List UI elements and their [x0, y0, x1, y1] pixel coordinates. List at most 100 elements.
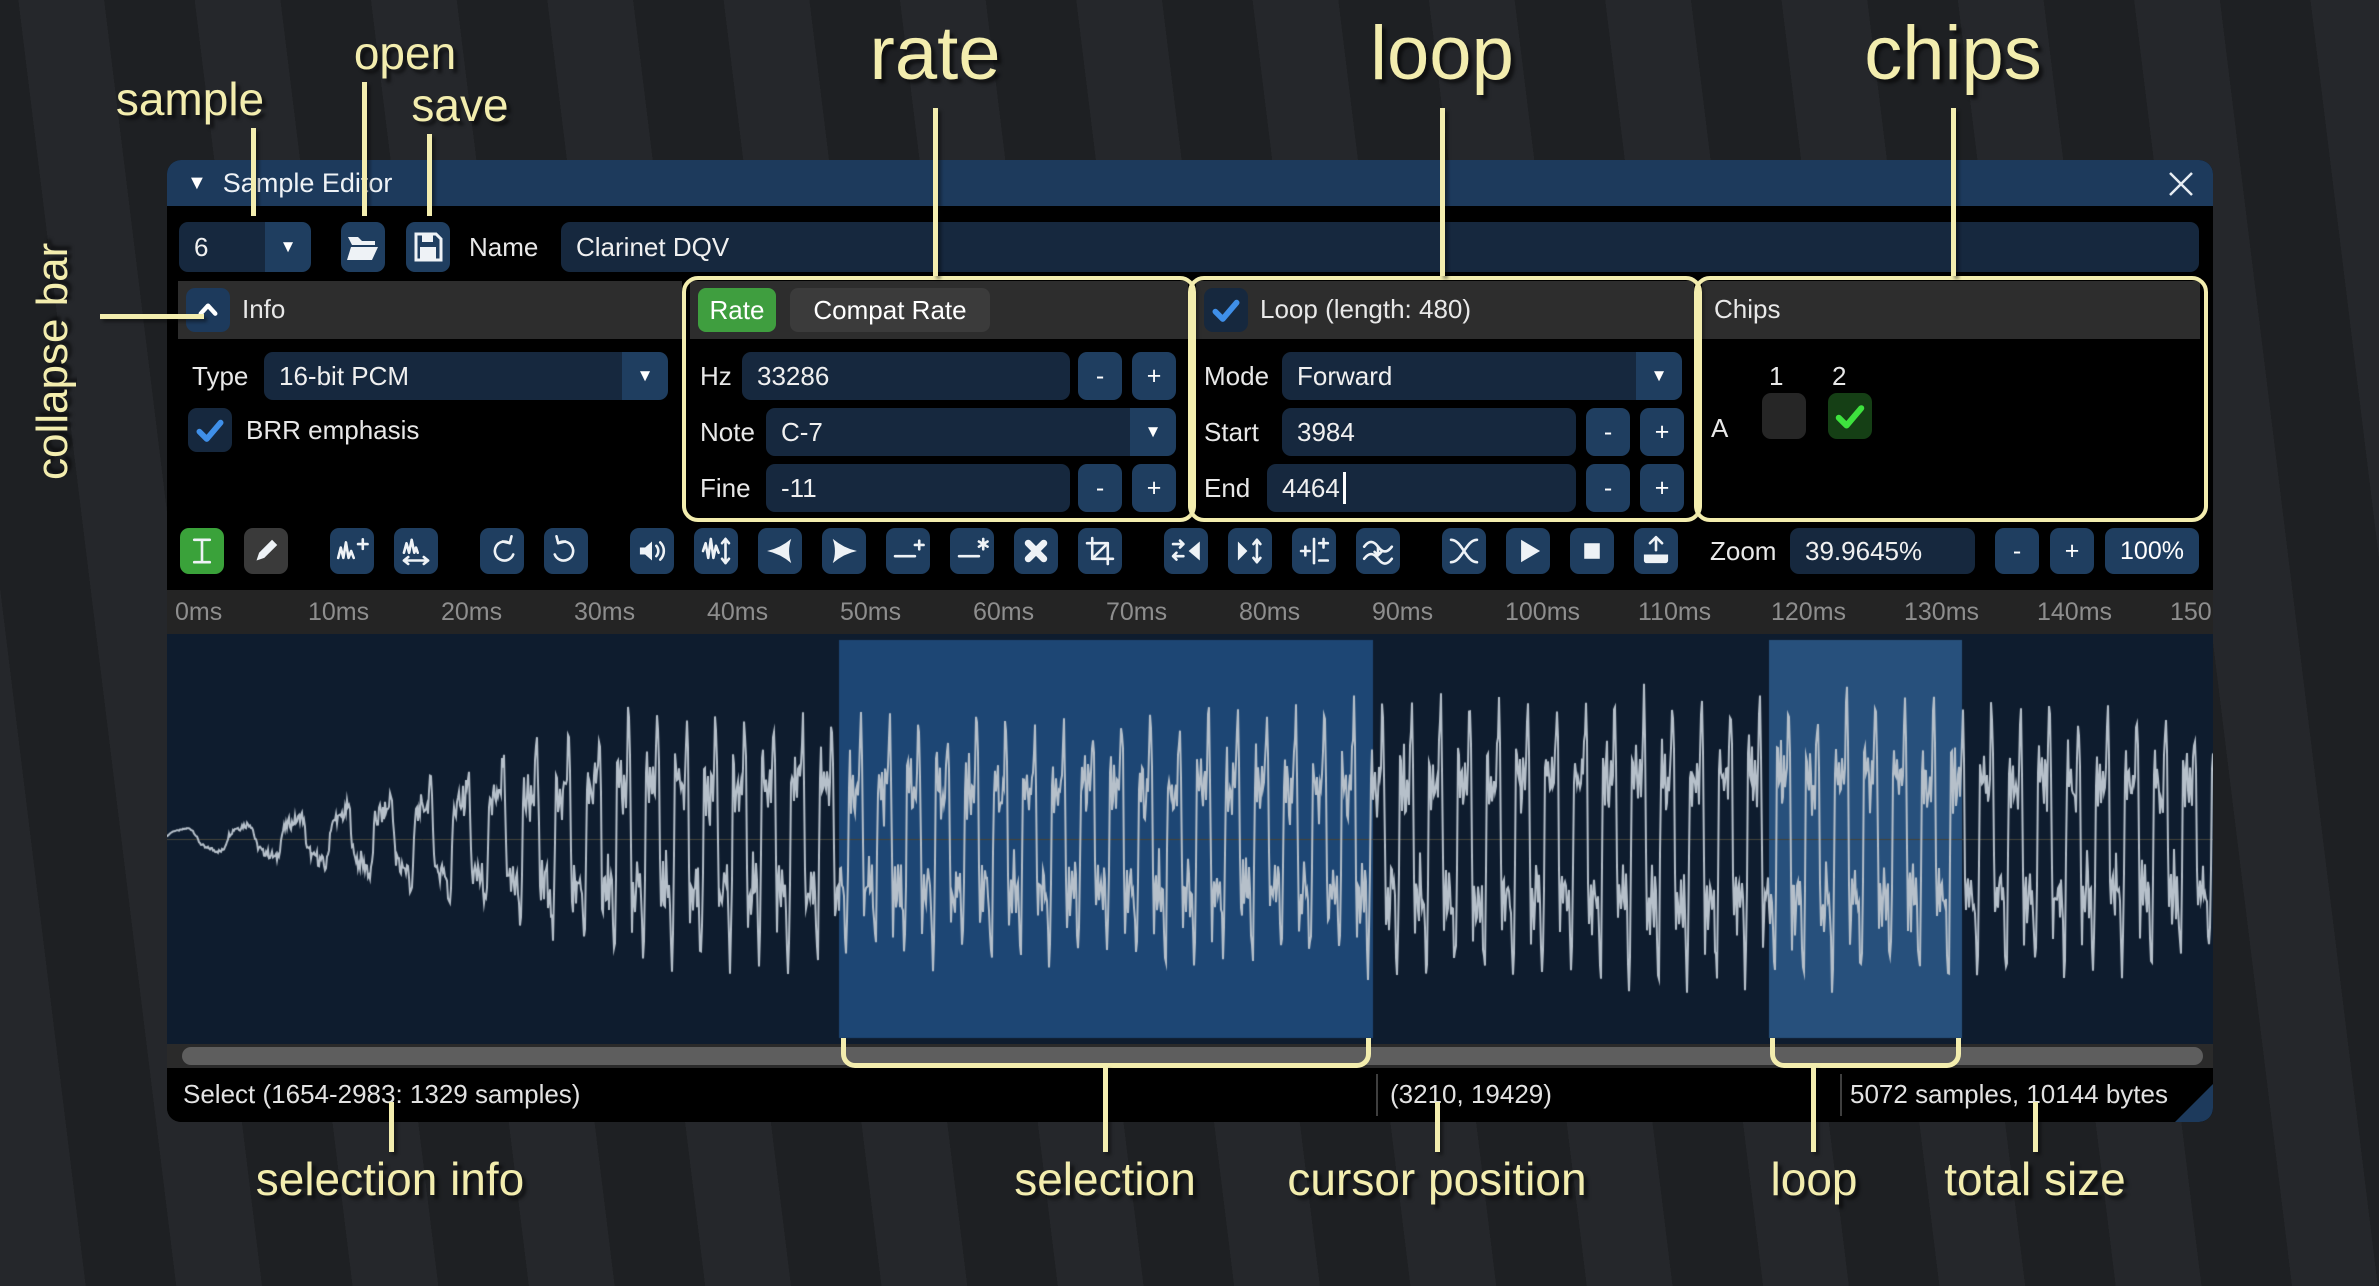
chevron-down-icon[interactable]: ▼ — [622, 352, 668, 400]
waveform-canvas[interactable] — [167, 634, 2213, 1044]
insert-silence-icon — [889, 532, 927, 570]
save-sample-button[interactable] — [406, 222, 450, 272]
ruler-tick-label: 20ms — [441, 598, 502, 627]
info-panel: Info Type 16-bit PCM ▼ BRR emphasis — [178, 281, 682, 516]
window-titlebar[interactable]: ▼ Sample Editor — [167, 160, 2213, 206]
annotation-selection-info: selection info — [256, 1152, 525, 1206]
annotation-line-chips — [1951, 108, 1956, 276]
resize-button[interactable] — [330, 528, 374, 574]
floppy-disk-icon — [406, 225, 450, 269]
ruler-tick-label: 50ms — [840, 598, 901, 627]
ruler-tick-label: 110ms — [1638, 598, 1711, 627]
draw-button[interactable] — [244, 528, 288, 574]
ruler-tick-label: 120ms — [1771, 598, 1846, 627]
crossfade-icon — [1445, 532, 1483, 570]
delete-icon — [1017, 532, 1055, 570]
annotation-stem-cursor-position — [1435, 1102, 1440, 1152]
chevron-down-icon[interactable]: ▼ — [265, 222, 311, 272]
annotation-bracket-selection — [841, 1038, 1371, 1068]
status-bar: Select (1654-2983: 1329 samples) (3210, … — [167, 1068, 2213, 1122]
info-header: Info — [242, 294, 285, 325]
select-button[interactable] — [180, 528, 224, 574]
apply-silence-button[interactable] — [950, 528, 994, 574]
total-size-status: 5072 samples, 10144 bytes — [1850, 1079, 2168, 1110]
type-select[interactable]: 16-bit PCM ▼ — [264, 352, 668, 400]
zoom-out-button[interactable]: - — [1995, 528, 2039, 574]
zoom-input[interactable]: 39.9645% — [1790, 528, 1975, 574]
reverse-button[interactable] — [1164, 528, 1208, 574]
name-input-value: Clarinet DQV — [576, 232, 729, 263]
ruler-tick-label: 80ms — [1239, 598, 1300, 627]
ruler-tick-label: 60ms — [973, 598, 1034, 627]
undo-button[interactable] — [480, 528, 524, 574]
folder-open-icon — [341, 225, 385, 269]
time-ruler[interactable]: 0ms10ms20ms30ms40ms50ms60ms70ms80ms90ms1… — [167, 590, 2213, 634]
amplify-icon — [633, 532, 671, 570]
stop-button[interactable] — [1570, 528, 1614, 574]
chevron-up-icon — [192, 294, 224, 326]
ruler-tick-label: 140ms — [2037, 598, 2112, 627]
annotation-bracket-loop — [1770, 1038, 1961, 1068]
invert-button[interactable] — [1228, 528, 1272, 574]
resample-button[interactable] — [394, 528, 438, 574]
fade-out-button[interactable] — [822, 528, 866, 574]
annotation-line-loop — [1440, 108, 1445, 276]
sample-selector-value: 6 — [179, 222, 265, 272]
window-resize-grip[interactable] — [2175, 1084, 2213, 1122]
play-button[interactable] — [1506, 528, 1550, 574]
annotation-box-loop — [1188, 276, 1702, 522]
annotation-chips: chips — [1864, 10, 2041, 97]
fade-out-icon — [825, 532, 863, 570]
type-label: Type — [192, 352, 248, 400]
ruler-tick-label: 90ms — [1372, 598, 1433, 627]
ruler-tick-label: 70ms — [1106, 598, 1167, 627]
resample-icon — [397, 532, 435, 570]
annotation-stem-loop — [1811, 1066, 1816, 1152]
annotation-line-save — [427, 134, 432, 216]
open-sample-button[interactable] — [341, 222, 385, 272]
sample-selector[interactable]: 6 ▼ — [179, 222, 311, 272]
annotation-open: open — [354, 26, 456, 80]
insert-silence-button[interactable] — [886, 528, 930, 574]
zoom-in-button[interactable]: + — [2050, 528, 2094, 574]
annotation-cursor-position: cursor position — [1287, 1152, 1586, 1206]
checkmark-icon — [192, 412, 228, 448]
to-wavetable-button[interactable] — [1634, 528, 1678, 574]
redo-button[interactable] — [544, 528, 588, 574]
type-select-value: 16-bit PCM — [264, 352, 622, 400]
crossfade-button[interactable] — [1442, 528, 1486, 574]
normalize-icon — [697, 532, 735, 570]
collapse-bar-button[interactable] — [186, 288, 230, 332]
brr-emphasis-checkbox[interactable] — [188, 408, 232, 452]
ruler-tick-label: 0ms — [175, 598, 222, 627]
ruler-tick-label: 10ms — [308, 598, 369, 627]
resize-icon — [333, 532, 371, 570]
fade-in-icon — [761, 532, 799, 570]
delete-button[interactable] — [1014, 528, 1058, 574]
filter-button[interactable] — [1356, 528, 1400, 574]
normalize-button[interactable] — [694, 528, 738, 574]
stop-icon — [1573, 532, 1611, 570]
annotation-box-chips — [1694, 276, 2208, 522]
zoom-label: Zoom — [1710, 528, 1776, 574]
to-wavetable-icon — [1637, 532, 1675, 570]
sign-button[interactable] — [1292, 528, 1336, 574]
close-icon[interactable] — [2165, 168, 2197, 200]
filter-icon — [1359, 532, 1397, 570]
annotation-stem-total-size — [2033, 1102, 2038, 1152]
status-separator — [1376, 1074, 1378, 1116]
annotation-total-size: total size — [1944, 1152, 2126, 1206]
ruler-tick-label: 130ms — [1904, 598, 1979, 627]
selection-info-status: Select (1654-2983: 1329 samples) — [183, 1079, 580, 1110]
amplify-button[interactable] — [630, 528, 674, 574]
annotation-collapse-bar: collapse bar — [28, 140, 78, 480]
name-label: Name — [469, 222, 538, 272]
zoom-reset-button[interactable]: 100% — [2105, 528, 2199, 574]
apply-silence-icon — [953, 532, 991, 570]
annotation-sample: sample — [116, 72, 264, 126]
fade-in-button[interactable] — [758, 528, 802, 574]
trim-button[interactable] — [1078, 528, 1122, 574]
ruler-tick-label: 100ms — [1505, 598, 1580, 627]
window-collapse-triangle-icon[interactable]: ▼ — [187, 172, 207, 195]
zoom-value: 39.9645% — [1805, 536, 1922, 567]
